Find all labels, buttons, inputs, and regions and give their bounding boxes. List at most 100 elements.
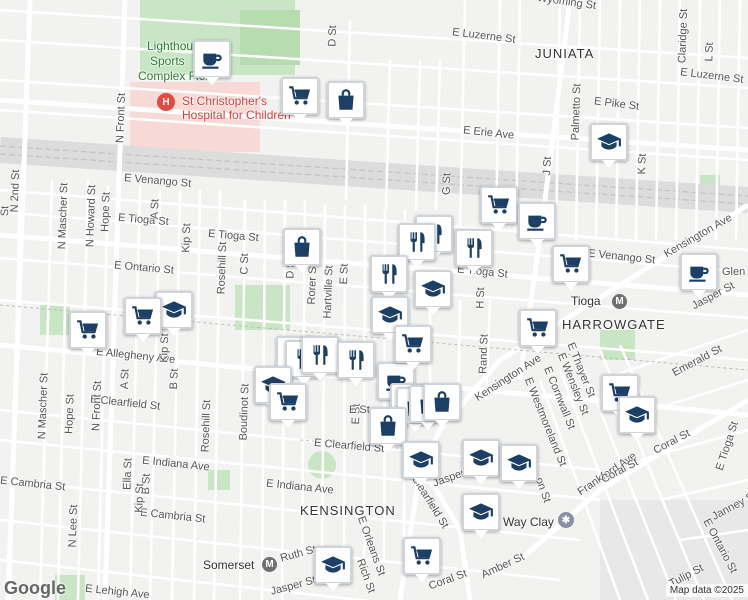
school-marker[interactable] [402,441,440,486]
street-label: Palmetto St [569,83,584,141]
school-marker[interactable] [500,444,538,489]
restaurant-marker[interactable] [337,341,375,386]
street-label: N Lee St [66,504,81,548]
street-label: H St [474,287,488,309]
tioga-station-label[interactable]: Tioga [571,294,601,308]
shopping-icon [333,87,359,113]
grocery-icon [486,192,512,218]
street-label: E St [349,404,370,416]
grocery-marker[interactable] [124,297,162,342]
road-n-front [102,0,128,600]
shopping-marker[interactable] [283,228,321,273]
street-label: N Front St [90,380,104,432]
grocery-icon [525,315,551,341]
restaurant-marker[interactable] [370,255,408,300]
street-label: Kip St [158,333,172,363]
shopping-marker[interactable] [423,383,461,428]
hospital-label-1[interactable]: St Christopher's [182,94,267,108]
street-label: Kip St [133,483,147,513]
street-label: B St [168,368,181,390]
street-label: J St [541,156,554,176]
shopping-icon [429,389,455,415]
street-label: A St [148,198,162,220]
street-label: Glen [722,266,746,278]
school-marker[interactable] [314,546,352,591]
school-icon [408,447,434,473]
grocery-icon [275,389,301,415]
street-label: K St [636,153,649,175]
grocery-icon [130,303,156,329]
street-label: N Howard St [84,184,99,248]
restaurant-marker[interactable] [301,336,339,381]
grocery-marker[interactable] [394,325,432,370]
school-icon [468,445,494,471]
school-marker[interactable] [590,123,628,168]
cafe-marker[interactable] [518,202,556,247]
school-icon [624,402,650,428]
school-icon [420,276,446,302]
street-label: C St [238,253,252,275]
grocery-marker[interactable] [480,186,518,231]
school-marker[interactable] [618,396,656,441]
school-icon [596,129,622,155]
shopping-marker[interactable] [327,81,365,126]
place-pin-icon[interactable]: ✱ [558,512,574,528]
restaurant-icon [376,261,402,287]
grocery-icon [409,543,435,569]
street-label: Rosehill St [215,241,230,295]
shopping-icon [375,413,401,439]
grocery-marker[interactable] [552,245,590,290]
cafe-marker[interactable] [680,253,718,298]
grocery-icon [75,317,101,343]
somerset-station-label[interactable]: Somerset [203,558,254,572]
shopping-icon [289,234,315,260]
hospital-label-2[interactable]: Hospital for Children [182,108,291,122]
street-label: E St [338,263,351,285]
street-label: Hope St [63,393,77,435]
street-label: L St [703,42,716,62]
grocery-icon [400,331,426,357]
restaurant-icon [307,342,333,368]
street-label: G St [440,172,454,196]
street-label: St [0,205,12,217]
grocery-marker[interactable] [281,77,319,122]
cafe-icon [686,259,712,285]
street-label: Hope St [99,191,113,233]
street-label: Boudinot St [237,383,252,441]
map-canvas[interactable]: JUNIATA HARROWGATE KENSINGTON Lighthouse… [0,0,748,600]
cafe-icon [199,46,225,72]
transit-station-icon[interactable]: M [262,557,277,572]
school-icon [161,297,187,323]
grocery-icon [558,251,584,277]
sports-complex-label-2: Sports [150,54,185,68]
restaurant-icon [461,235,487,261]
street-label: Ella St [121,457,135,491]
street-label: Hartville St [321,265,336,319]
hospital-icon[interactable]: H [157,93,175,111]
school-icon [506,450,532,476]
street-label: D St [326,25,340,47]
school-marker[interactable] [462,493,500,538]
street-label: A St [118,368,132,390]
cafe-icon [524,208,550,234]
google-logo: Google [4,578,66,598]
school-icon [468,499,494,525]
shopping-marker[interactable] [369,407,407,452]
map-attribution[interactable]: Map data ©2025 [665,584,748,597]
grocery-marker[interactable] [69,311,107,356]
grocery-marker[interactable] [403,537,441,582]
street-label: Claridge St [676,8,691,64]
neighborhood-juniata: JUNIATA [535,46,595,61]
neighborhood-harrowgate: HARROWGATE [562,317,666,332]
restaurant-marker[interactable] [455,229,493,274]
grocery-marker[interactable] [269,383,307,428]
cafe-marker[interactable] [193,40,231,85]
street-label: Rand St [477,333,491,375]
street-label: N Mascher St [36,372,51,440]
street-label: N Front St [114,92,128,144]
transit-station-icon[interactable]: M [612,294,627,309]
school-marker[interactable] [414,270,452,315]
school-marker[interactable] [462,439,500,484]
grocery-marker[interactable] [519,309,557,354]
way-clay-label[interactable]: Way Clay [503,515,554,529]
